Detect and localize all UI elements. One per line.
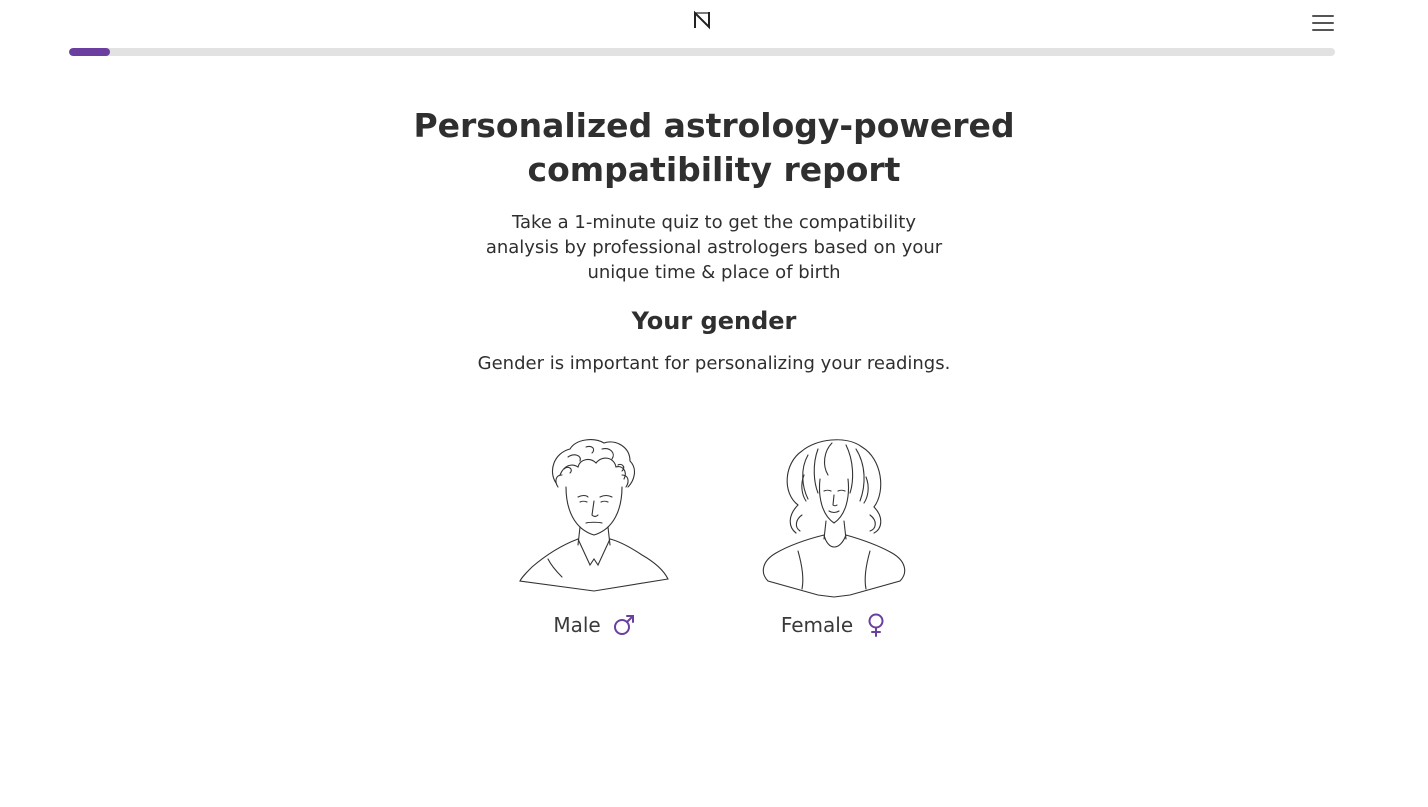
female-label-row: Female [781, 613, 887, 637]
female-portrait-illustration [762, 439, 906, 598]
quiz-progress-bar [69, 48, 1335, 56]
progress-fill [69, 48, 110, 56]
female-symbol-icon [868, 613, 884, 637]
intro-section: Personalized astrology-powered compatibi… [0, 104, 1428, 377]
gender-option-male[interactable]: Male [518, 435, 670, 637]
female-label: Female [780, 613, 854, 637]
page-title: Personalized astrology-powered compatibi… [413, 106, 1015, 189]
male-label-row: Male [553, 613, 634, 637]
male-portrait-illustration [519, 439, 669, 592]
hamburger-menu-icon[interactable] [1310, 12, 1336, 34]
n-logo-icon[interactable] [692, 10, 712, 30]
question-title: Your gender [631, 307, 797, 335]
page-subtitle: Take a 1-minute quiz to get the compatib… [485, 212, 943, 283]
gender-option-female[interactable]: Female [758, 435, 910, 637]
male-label: Male [553, 613, 601, 637]
gender-options: Male Female [0, 435, 1428, 637]
quiz-page: Personalized astrology-powered compatibi… [0, 0, 1428, 807]
male-symbol-icon [613, 615, 634, 635]
question-description: Gender is important for personalizing yo… [477, 353, 951, 374]
